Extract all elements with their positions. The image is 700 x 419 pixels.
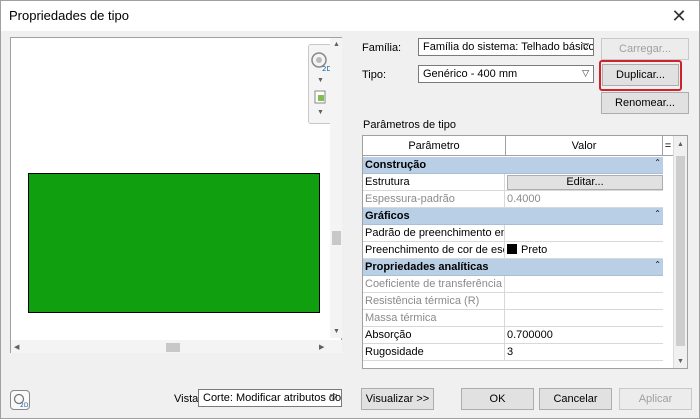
section-construcao[interactable]: Construção ⌃: [363, 157, 663, 174]
carregar-button[interactable]: Carregar...: [601, 38, 689, 60]
param-name: Estrutura: [363, 174, 505, 190]
table-row[interactable]: Coeficiente de transferência d: [363, 276, 663, 293]
scroll-down-icon[interactable]: ▼: [333, 328, 340, 335]
tipo-combo[interactable]: Genérico - 400 mm ▽: [418, 65, 594, 83]
preview-icon: 2D: [13, 393, 29, 409]
type-properties-dialog: Propriedades de tipo ✕ 2D ▼ ▼ ▲ ▼ ◀ ▶ Fa…: [0, 0, 700, 419]
section-name: Construção: [365, 159, 427, 171]
column-eq[interactable]: =: [663, 136, 673, 156]
param-value-cell: Editar...: [505, 174, 663, 190]
section-name: Propriedades analíticas: [365, 261, 489, 273]
navigation-bar[interactable]: 2D ▼ ▼: [308, 44, 332, 124]
scroll-up-icon[interactable]: ▲: [333, 41, 340, 48]
color-swatch: [507, 244, 517, 254]
navigation-wheel-icon[interactable]: 2D: [309, 49, 331, 75]
renomear-button[interactable]: Renomear...: [601, 92, 689, 114]
title-bar: Propriedades de tipo ✕: [1, 1, 699, 31]
vista-combo[interactable]: Corte: Modificar atributos do ti ▽: [198, 389, 342, 407]
chevron-down-icon: ▽: [582, 41, 589, 51]
param-name: Espessura-padrão: [363, 191, 505, 207]
collapse-icon[interactable]: ⌃: [654, 209, 661, 218]
grid-header: Parâmetro Valor: [363, 136, 673, 156]
chevron-down-icon[interactable]: ▼: [317, 77, 324, 84]
scroll-right-icon[interactable]: ▶: [319, 343, 324, 351]
grid-rows: Construção ⌃ Estrutura Editar... Espessu…: [363, 157, 663, 361]
scroll-up-icon[interactable]: ▲: [677, 141, 684, 148]
section-graficos[interactable]: Gráficos ⌃: [363, 208, 663, 225]
table-row[interactable]: Padrão de preenchimento em: [363, 225, 663, 242]
param-name: Rugosidade: [363, 344, 505, 360]
param-value: [505, 276, 663, 292]
table-row[interactable]: Preenchimento de cor de esca Preto: [363, 242, 663, 259]
preview-pane[interactable]: 2D ▼ ▼ ▲ ▼ ◀ ▶: [10, 37, 342, 353]
section-propriedades-analiticas[interactable]: Propriedades analíticas ⌃: [363, 259, 663, 276]
column-value[interactable]: Valor: [506, 136, 663, 156]
table-row[interactable]: Resistência térmica (R): [363, 293, 663, 310]
param-name: Coeficiente de transferência d: [365, 276, 505, 292]
type-parameters-grid[interactable]: Parâmetro Valor = Construção ⌃ Estrutura…: [362, 135, 688, 369]
param-value-cell[interactable]: Preto: [505, 242, 663, 258]
tipo-label: Tipo:: [362, 69, 387, 81]
duplicar-button[interactable]: Duplicar...: [602, 64, 679, 86]
table-row[interactable]: Absorção 0.700000: [363, 327, 663, 344]
chevron-down-icon: ▽: [582, 68, 589, 78]
familia-label: Família:: [362, 42, 402, 54]
table-row[interactable]: Estrutura Editar...: [363, 174, 663, 191]
param-name: Preenchimento de cor de esca: [365, 242, 505, 258]
collapse-icon[interactable]: ⌃: [654, 158, 661, 167]
preview-vertical-scrollbar[interactable]: [330, 38, 342, 338]
collapse-icon[interactable]: ⌃: [654, 260, 661, 269]
svg-text:2D: 2D: [20, 402, 29, 409]
dialog-title: Propriedades de tipo: [9, 8, 129, 23]
zoom-icon[interactable]: [313, 89, 329, 105]
vista-value: Corte: Modificar atributos do ti: [203, 392, 342, 404]
familia-value: Família do sistema: Telhado básico: [423, 41, 594, 53]
preview-horizontal-thumb[interactable]: [166, 343, 180, 352]
aplicar-button[interactable]: Aplicar: [619, 388, 692, 410]
visualizar-button[interactable]: Visualizar >>: [361, 388, 434, 410]
scroll-down-icon[interactable]: ▼: [677, 358, 684, 365]
preview-toggle-button[interactable]: 2D: [10, 390, 30, 410]
param-name: Padrão de preenchimento em: [365, 225, 505, 241]
table-row[interactable]: Rugosidade 3: [363, 344, 663, 361]
tipo-value: Genérico - 400 mm: [423, 68, 518, 80]
column-parameter[interactable]: Parâmetro: [363, 136, 506, 156]
param-value: 0.4000: [507, 193, 541, 205]
close-icon[interactable]: ✕: [659, 1, 699, 31]
param-value: Preto: [521, 244, 548, 256]
table-row[interactable]: Espessura-padrão 0.4000: [363, 191, 663, 208]
param-name: Massa térmica: [363, 310, 505, 326]
roof-section-preview: [28, 173, 320, 313]
ok-button[interactable]: OK: [461, 388, 534, 410]
param-value[interactable]: [505, 225, 663, 241]
cancelar-button[interactable]: Cancelar: [539, 388, 612, 410]
param-value[interactable]: 3: [505, 344, 663, 360]
edit-structure-button[interactable]: Editar...: [507, 175, 663, 190]
scroll-left-icon[interactable]: ◀: [14, 343, 19, 351]
grid-scroll-thumb[interactable]: [676, 156, 685, 346]
chevron-down-icon: ▽: [330, 392, 337, 402]
table-row[interactable]: Massa térmica: [363, 310, 663, 327]
param-value: [505, 293, 663, 309]
param-value: [505, 310, 663, 326]
param-name: Resistência térmica (R): [363, 293, 505, 309]
section-name: Gráficos: [365, 210, 410, 222]
chevron-down-icon[interactable]: ▼: [317, 109, 324, 116]
param-value[interactable]: 0.700000: [505, 327, 663, 343]
familia-combo[interactable]: Família do sistema: Telhado básico ▽: [418, 38, 594, 56]
param-name: Absorção: [363, 327, 505, 343]
preview-vertical-thumb[interactable]: [332, 231, 341, 245]
type-parameters-label: Parâmetros de tipo: [363, 119, 456, 131]
